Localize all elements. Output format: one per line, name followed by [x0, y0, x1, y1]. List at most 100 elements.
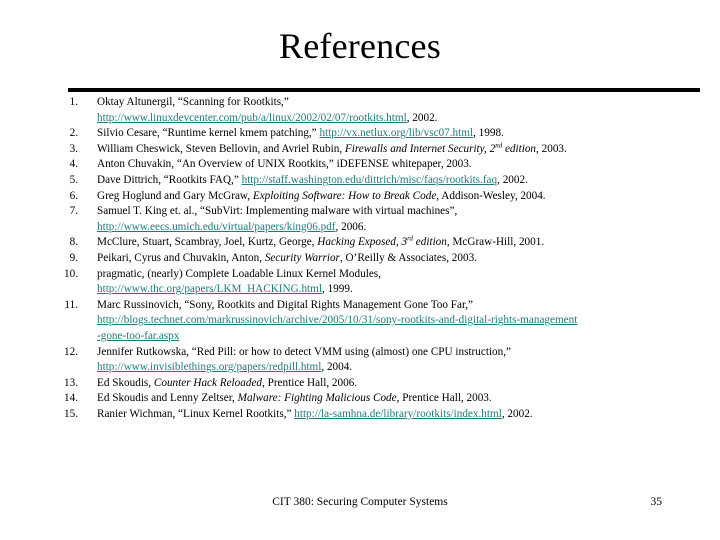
reference-number: 6.	[69, 189, 78, 202]
reference-item: 15. Ranier Wichman, “Linux Kernel Rootkit…	[40, 407, 712, 423]
reference-text-segment: William Cheswick, Steven Bellovin, and A…	[97, 142, 345, 155]
reference-number: 12.	[64, 345, 78, 358]
reference-number: 14.	[64, 392, 78, 405]
reference-text-segment: pragmatic, (nearly) Complete Loadable Li…	[97, 267, 381, 280]
reference-link[interactable]: http://www.eecs.umich.edu/virtual/papers…	[97, 221, 336, 233]
reference-number: 9.	[69, 251, 78, 264]
reference-text-segment: Greg Hoglund and Gary McGraw,	[97, 189, 253, 202]
reference-line: Jennifer Rutkowska, “Red Pill: or how to…	[97, 345, 712, 361]
reference-line: William Cheswick, Steven Bellovin, and A…	[97, 142, 712, 158]
reference-number: 5.	[69, 173, 78, 186]
reference-text-segment: , 2002.	[497, 173, 528, 186]
reference-text-segment: Jennifer Rutkowska, “Red Pill: or how to…	[97, 345, 511, 358]
reference-text-segment: , Prentice Hall, 2003.	[396, 392, 492, 405]
reference-line: Ranier Wichman, “Linux Kernel Rootkits,”…	[97, 407, 712, 423]
reference-item: 14. Ed Skoudis and Lenny Zeltser, Malware…	[40, 391, 712, 407]
reference-line: Samuel T. King et. al., “SubVirt: Implem…	[97, 204, 712, 220]
reference-list: 1. Oktay Altunergil, “Scanning for Rootki…	[40, 95, 712, 422]
reference-text: Ed Skoudis and Lenny Zeltser, Malware: F…	[97, 391, 712, 407]
reference-line: http://www.thc.org/papers/LKM_HACKING.ht…	[97, 282, 712, 298]
reference-number: 8.	[69, 236, 78, 249]
reference-link[interactable]: http://blogs.technet.com/markrussinovich…	[97, 314, 577, 326]
reference-item: 8. McClure, Stuart, Scambray, Joel, Kurtz…	[40, 235, 712, 251]
reference-line: Dave Dittrich, “Rootkits FAQ,” http://st…	[97, 173, 712, 189]
reference-item: 11. Marc Russinovich, “Sony, Rootkits and…	[40, 298, 712, 345]
reference-number: 1.	[69, 96, 78, 108]
reference-text-segment: , 1999.	[321, 283, 353, 296]
reference-line: http://www.linuxdevcenter.com/pub/a/linu…	[97, 111, 712, 127]
footer-page-number: 35	[650, 496, 663, 508]
reference-title-italic: Exploiting Software: How to Break Code	[252, 189, 437, 202]
slide: References 1. Oktay Altunergil, “Scanning…	[0, 0, 720, 540]
reference-number: 7.	[69, 205, 78, 218]
reference-text: Anton Chuvakin, “An Overview of UNIX Roo…	[97, 157, 712, 173]
reference-text-segment: , McGraw-Hill, 2001.	[446, 236, 545, 249]
reference-item: 3. William Cheswick, Steven Bellovin, and…	[40, 142, 712, 158]
reference-item: 13. Ed Skoudis, Counter Hack Reloaded, Pr…	[40, 376, 712, 392]
reference-text-segment: Peikari, Cyrus and Chuvakin, Anton,	[97, 251, 265, 264]
reference-line: http://www.eecs.umich.edu/virtual/papers…	[97, 220, 712, 236]
reference-item: 12. Jennifer Rutkowska, “Red Pill: or how…	[40, 345, 712, 376]
reference-text-segment: Ed Skoudis and Lenny Zeltser,	[97, 392, 238, 405]
reference-text-segment: , 2002.	[406, 111, 438, 124]
reference-text-segment: Dave Dittrich, “Rootkits FAQ,”	[97, 173, 242, 186]
reference-number: 4.	[69, 158, 78, 171]
reference-text: pragmatic, (nearly) Complete Loadable Li…	[97, 267, 712, 298]
reference-number: 10.	[64, 267, 78, 280]
reference-text-segment: Oktay Altunergil, “Scanning for Rootkits…	[97, 96, 289, 108]
reference-number: 15.	[64, 407, 78, 420]
reference-text-segment: , Addison-Wesley, 2004.	[436, 189, 546, 202]
reference-text-segment: , 1998.	[473, 127, 504, 140]
reference-line: pragmatic, (nearly) Complete Loadable Li…	[97, 267, 712, 283]
reference-link[interactable]: http://www.linuxdevcenter.com/pub/a/linu…	[97, 112, 407, 124]
footer-course-label: CIT 380: Securing Computer Systems	[272, 496, 448, 508]
reference-text: William Cheswick, Steven Bellovin, and A…	[97, 142, 712, 158]
reference-text: Samuel T. King et. al., “SubVirt: Implem…	[97, 204, 712, 235]
reference-text: Silvio Cesare, “Runtime kernel kmem patc…	[97, 126, 712, 142]
reference-title-italic: Hacking Exposed, 3	[317, 236, 408, 249]
reference-text-segment: Ranier Wichman, “Linux Kernel Rootkits,”	[97, 407, 295, 420]
reference-title-italic: Security Warrior	[264, 251, 340, 264]
reference-line: Ed Skoudis and Lenny Zeltser, Malware: F…	[97, 391, 712, 407]
reference-number: 2.	[69, 127, 78, 140]
reference-text-segment: Anton Chuvakin, “An Overview of UNIX Roo…	[97, 158, 472, 171]
reference-item: 2. Silvio Cesare, “Runtime kernel kmem pa…	[40, 126, 712, 142]
reference-link[interactable]: http://vx.netlux.org/lib/vsc07.html	[319, 127, 473, 139]
reference-link[interactable]: http://la-samhna.de/library/rootkits/ind…	[294, 408, 502, 420]
reference-item: 9. Peikari, Cyrus and Chuvakin, Anton, Se…	[40, 251, 712, 267]
reference-item: 6. Greg Hoglund and Gary McGraw, Exploiti…	[40, 189, 712, 205]
reference-line: Peikari, Cyrus and Chuvakin, Anton, Secu…	[97, 251, 712, 267]
reference-text: Dave Dittrich, “Rootkits FAQ,” http://st…	[97, 173, 712, 189]
reference-line: http://www.invisiblethings.org/papers/re…	[97, 360, 712, 376]
reference-item: 1. Oktay Altunergil, “Scanning for Rootki…	[40, 95, 712, 126]
reference-title-italic: Malware: Fighting Malicious Code	[237, 392, 397, 405]
reference-link[interactable]: -gone-too-far.aspx	[97, 330, 179, 342]
reference-title-italic: edition	[413, 236, 447, 249]
reference-title-italic: Counter Hack Reloaded	[153, 376, 263, 389]
reference-text: Ed Skoudis, Counter Hack Reloaded, Prent…	[97, 376, 712, 392]
reference-item: 5. Dave Dittrich, “Rootkits FAQ,” http://…	[40, 173, 712, 189]
reference-line: Anton Chuvakin, “An Overview of UNIX Roo…	[97, 157, 712, 173]
reference-item: 4. Anton Chuvakin, “An Overview of UNIX R…	[40, 157, 712, 173]
title-divider	[68, 88, 700, 92]
reference-text: Oktay Altunergil, “Scanning for Rootkits…	[97, 95, 712, 126]
reference-link[interactable]: http://www.thc.org/papers/LKM_HACKING.ht…	[97, 283, 322, 295]
reference-text-segment: , 2006.	[335, 220, 367, 233]
reference-title-italic: edition	[502, 142, 537, 155]
reference-text-segment: Marc Russinovich, “Sony, Rootkits and Di…	[97, 298, 473, 311]
reference-item: 10. pragmatic, (nearly) Complete Loadable…	[40, 267, 712, 298]
reference-text-segment: , 2003.	[536, 142, 567, 155]
reference-link[interactable]: http://www.invisiblethings.org/papers/re…	[97, 361, 321, 373]
reference-text-segment: Samuel T. King et. al., “SubVirt: Implem…	[97, 205, 458, 218]
reference-line: McClure, Stuart, Scambray, Joel, Kurtz, …	[97, 235, 712, 251]
reference-line: -gone-too-far.aspx	[97, 329, 712, 345]
reference-line: http://blogs.technet.com/markrussinovich…	[97, 313, 712, 329]
reference-link[interactable]: http://staff.washington.edu/dittrich/mis…	[242, 174, 498, 186]
reference-number: 13.	[64, 376, 78, 389]
reference-number: 11.	[64, 298, 78, 311]
reference-text: Jennifer Rutkowska, “Red Pill: or how to…	[97, 345, 712, 376]
reference-text: Peikari, Cyrus and Chuvakin, Anton, Secu…	[97, 251, 712, 267]
reference-text: Marc Russinovich, “Sony, Rootkits and Di…	[97, 298, 712, 345]
reference-title-italic: Firewalls and Internet Security, 2	[344, 142, 496, 155]
reference-text-segment: McClure, Stuart, Scambray, Joel, Kurtz, …	[97, 236, 318, 249]
